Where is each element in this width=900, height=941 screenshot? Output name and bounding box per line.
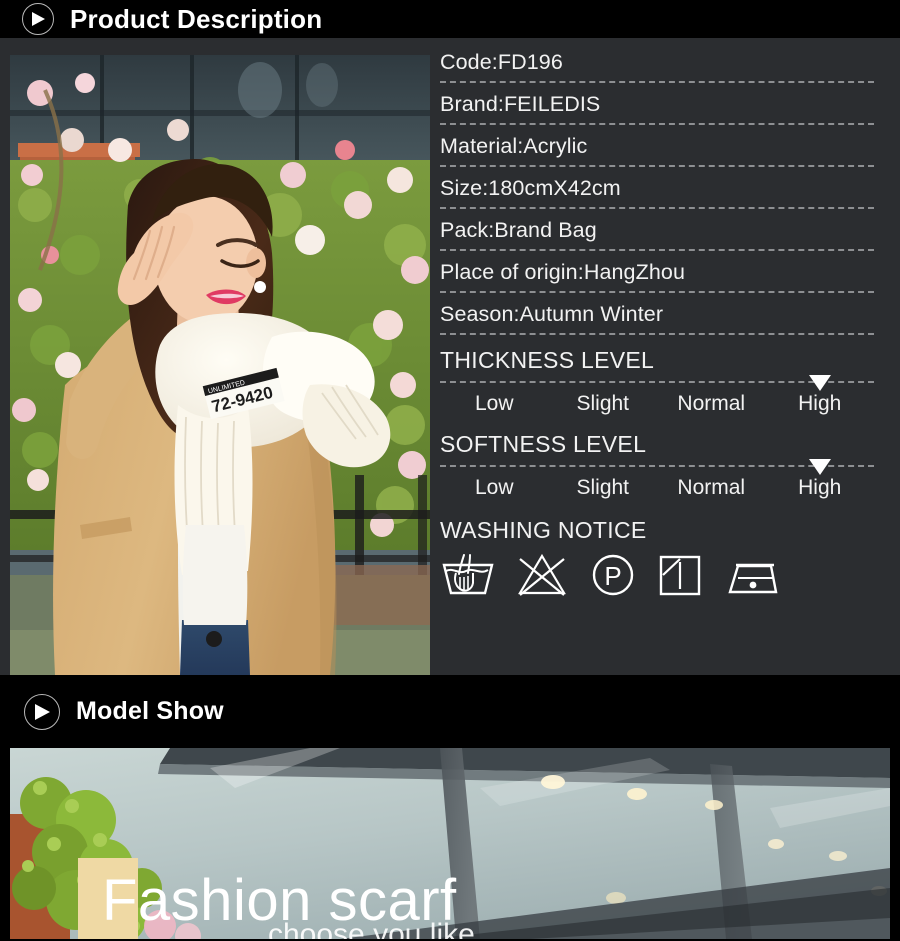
model-show-header: Model Show xyxy=(0,686,900,737)
spec-row: Season:Autumn Winter xyxy=(440,301,874,335)
page-title: Product Description xyxy=(70,3,323,34)
play-circle-icon xyxy=(22,3,54,35)
spec-row: Material:Acrylic xyxy=(440,133,874,167)
softness-option-high[interactable]: High xyxy=(766,473,875,503)
product-spec-column: Code:FD196 Brand:FEILEDIS Material:Acryl… xyxy=(430,38,900,675)
svg-text:P: P xyxy=(604,561,621,591)
spec-row: Code:FD196 xyxy=(440,49,874,83)
thickness-level-title: THICKNESS LEVEL xyxy=(440,347,655,373)
product-description-panel: UNLIMITED 72-9420 Code:FD196 Brand:FEILE… xyxy=(0,38,900,675)
thickness-option-normal[interactable]: Normal xyxy=(657,389,766,419)
product-model-photo: UNLIMITED 72-9420 xyxy=(10,55,430,675)
hand-wash-icon xyxy=(442,554,494,595)
do-not-bleach-icon xyxy=(518,553,566,596)
drip-dry-in-shade-icon xyxy=(659,555,701,596)
iron-low-heat-icon xyxy=(728,563,778,594)
dry-clean-p-icon: P xyxy=(592,554,634,596)
thickness-level-scale: Low Slight Normal High xyxy=(440,375,874,419)
thickness-option-low[interactable]: Low xyxy=(440,389,549,419)
washing-notice-title: WASHING NOTICE xyxy=(440,517,647,543)
softness-level-scale: Low Slight Normal High xyxy=(440,459,874,503)
thickness-level-marker xyxy=(808,375,831,391)
model-show-banner: Fashion scarf choose you like xyxy=(10,748,890,939)
softness-level-labels: Low Slight Normal High xyxy=(440,473,874,503)
svg-text:choose you like: choose you like xyxy=(268,918,475,939)
thickness-level-labels: Low Slight Normal High xyxy=(440,389,874,419)
product-description-header: Product Description xyxy=(0,0,900,38)
thickness-option-slight[interactable]: Slight xyxy=(549,389,658,419)
thickness-option-high[interactable]: High xyxy=(766,389,875,419)
model-show-title: Model Show xyxy=(76,697,224,725)
washing-notice-icons: P xyxy=(440,551,874,597)
spec-row: Place of origin:HangZhou xyxy=(440,259,874,293)
play-circle-icon xyxy=(24,693,60,730)
softness-level-marker xyxy=(808,459,831,475)
softness-level-title: SOFTNESS LEVEL xyxy=(440,431,647,457)
spec-row: Size:180cmX42cm xyxy=(440,175,874,209)
softness-option-normal[interactable]: Normal xyxy=(657,473,766,503)
softness-option-low[interactable]: Low xyxy=(440,473,549,503)
spec-row: Brand:FEILEDIS xyxy=(440,91,874,125)
softness-option-slight[interactable]: Slight xyxy=(549,473,658,503)
spec-row: Pack:Brand Bag xyxy=(440,217,874,251)
